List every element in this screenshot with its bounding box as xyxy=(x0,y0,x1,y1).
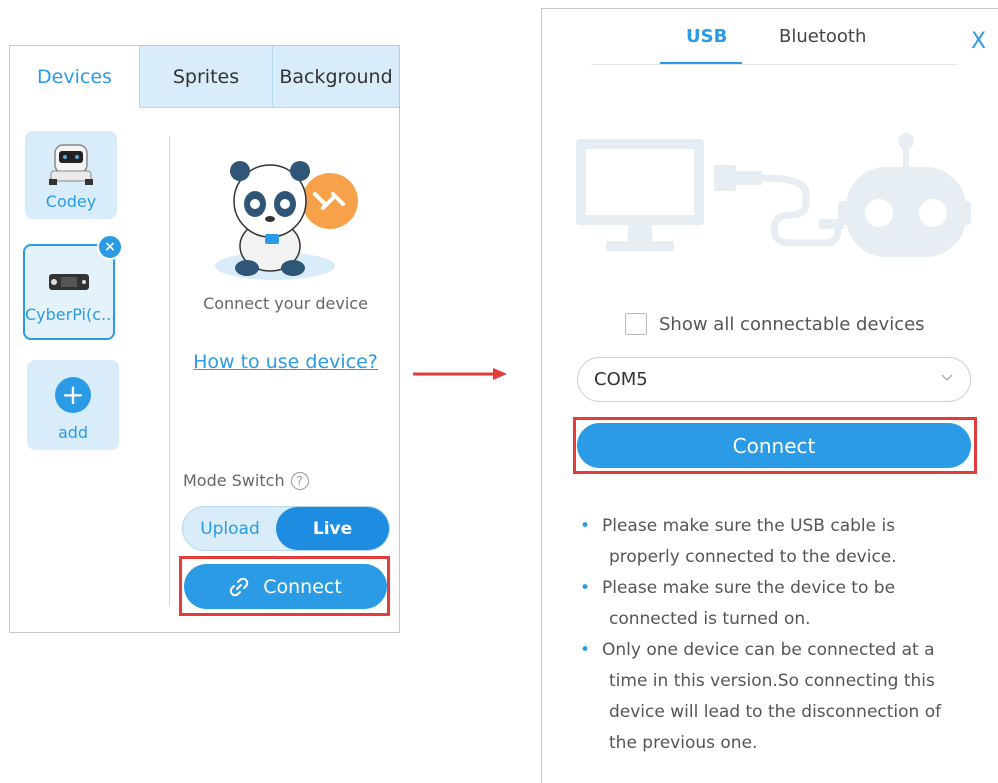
chevron-down-icon xyxy=(941,374,953,381)
note-line: properly connected to the device. xyxy=(609,547,897,567)
connect-prompt: Connect your device xyxy=(203,294,368,313)
note-line: connected is turned on. xyxy=(609,609,811,629)
close-icon[interactable]: X xyxy=(971,29,986,54)
mode-live-option[interactable]: Live xyxy=(276,507,389,550)
note-item: Please make sure the device to be connec… xyxy=(580,573,960,635)
note-line: Please make sure the device to be xyxy=(602,578,896,598)
mode-switch-label: Mode Switch ? xyxy=(183,471,309,490)
panda-disconnected-illustration xyxy=(215,161,358,280)
note-line: Please make sure the USB cable is xyxy=(602,516,896,536)
panel-tabs: Devices Sprites Background xyxy=(10,46,399,108)
tab-devices[interactable]: Devices xyxy=(10,46,139,108)
add-label: add xyxy=(57,423,89,442)
tab-bluetooth[interactable]: Bluetooth xyxy=(779,26,866,47)
cyberpi-board-icon xyxy=(49,274,89,290)
tab-divider xyxy=(591,64,957,65)
connect-dialog: USB Bluetooth X Show all connectable dev… xyxy=(541,8,998,783)
tab-background[interactable]: Background xyxy=(272,46,399,108)
arrow-right-icon xyxy=(413,368,507,380)
connection-notes: Please make sure the USB cable is proper… xyxy=(580,511,960,759)
note-item: Only one device can be connected at a ti… xyxy=(580,635,960,759)
mode-switch-text: Mode Switch xyxy=(183,471,285,490)
show-all-devices-option[interactable]: Show all connectable devices xyxy=(625,313,925,335)
tab-sprites[interactable]: Sprites xyxy=(139,46,272,108)
remove-device-icon[interactable]: × xyxy=(97,234,123,260)
how-to-use-link[interactable]: How to use device? xyxy=(180,351,391,373)
device-panel: Devices Sprites Background Codey × Cyber… xyxy=(9,45,400,633)
device-label: CyberPi(c... xyxy=(25,305,113,324)
device-cyberpi[interactable]: × CyberPi(c... xyxy=(23,234,123,340)
help-icon[interactable]: ? xyxy=(290,471,309,490)
note-line: Only one device can be connected at a xyxy=(602,640,935,660)
plus-icon: + xyxy=(55,377,91,413)
device-codey[interactable]: Codey xyxy=(25,131,117,219)
note-line: the previous one. xyxy=(609,733,758,753)
show-all-checkbox[interactable] xyxy=(625,313,647,335)
add-device-button[interactable]: + add xyxy=(27,360,119,450)
mode-upload-option[interactable]: Upload xyxy=(183,507,277,550)
usb-connection-illustration xyxy=(576,133,971,257)
highlight-box xyxy=(573,417,977,474)
mode-switch-toggle[interactable]: Upload Live xyxy=(182,506,390,551)
divider xyxy=(169,136,170,606)
port-select[interactable]: COM5 xyxy=(577,357,971,402)
device-label: Codey xyxy=(45,192,97,211)
note-item: Please make sure the USB cable is proper… xyxy=(580,511,960,573)
show-all-label: Show all connectable devices xyxy=(659,313,925,335)
note-line: time in this version.So connecting this xyxy=(609,671,935,691)
note-line: device will lead to the disconnection of xyxy=(609,702,942,722)
highlight-box xyxy=(179,556,390,616)
tab-usb[interactable]: USB xyxy=(686,26,727,47)
codey-robot-icon xyxy=(49,144,93,185)
port-select-value: COM5 xyxy=(594,369,648,390)
